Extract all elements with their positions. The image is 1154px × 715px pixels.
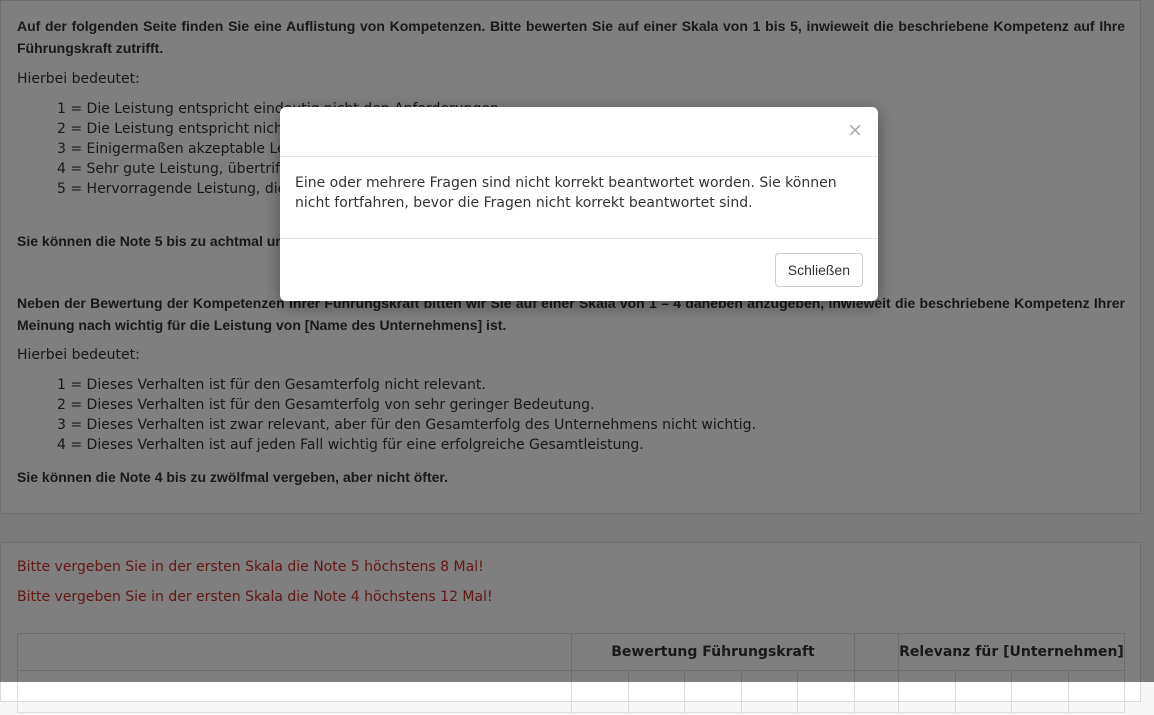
close-icon[interactable]: ×	[847, 120, 863, 140]
modal-backdrop[interactable]	[0, 0, 1154, 682]
dialog-header: ×	[280, 107, 878, 157]
close-button[interactable]: Schließen	[774, 253, 863, 287]
dialog-message: Eine oder mehrere Fragen sind nicht korr…	[280, 157, 878, 239]
error-dialog: × Eine oder mehrere Fragen sind nicht ko…	[280, 107, 878, 301]
